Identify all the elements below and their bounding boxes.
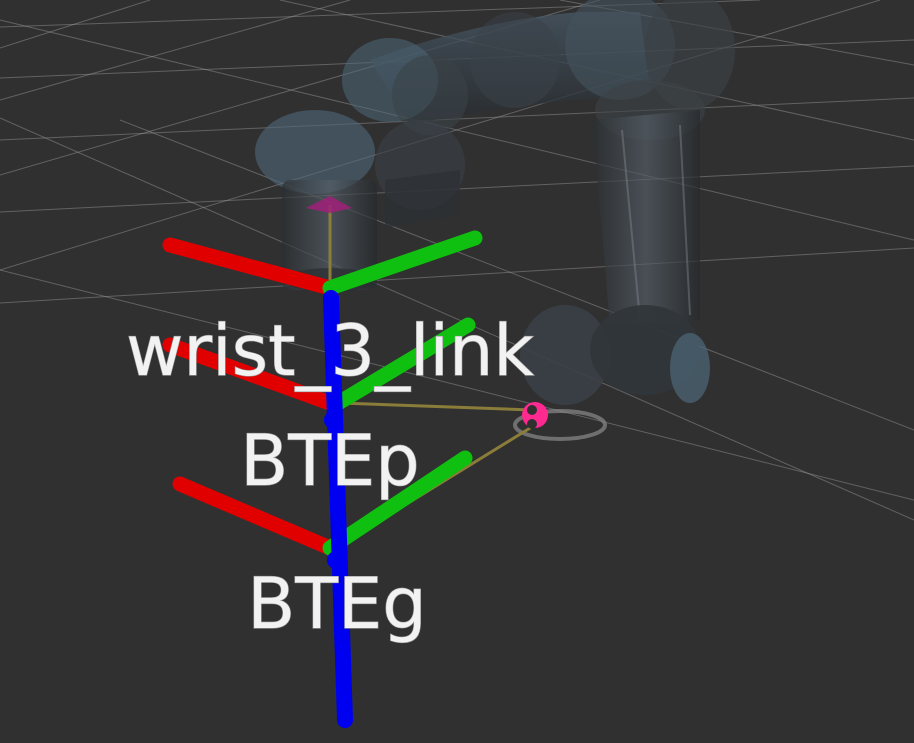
link-line-btep — [339, 401, 533, 412]
tcp-marker-icon[interactable] — [522, 402, 548, 429]
frame-label-BTEg: BTEg — [247, 563, 426, 645]
rviz-3d-viewport[interactable]: wrist_3_link BTEp BTEg — [0, 0, 914, 743]
frame-label-BTEp: BTEp — [240, 420, 419, 502]
frame-label-wrist_3_link: wrist_3_link — [126, 310, 534, 392]
